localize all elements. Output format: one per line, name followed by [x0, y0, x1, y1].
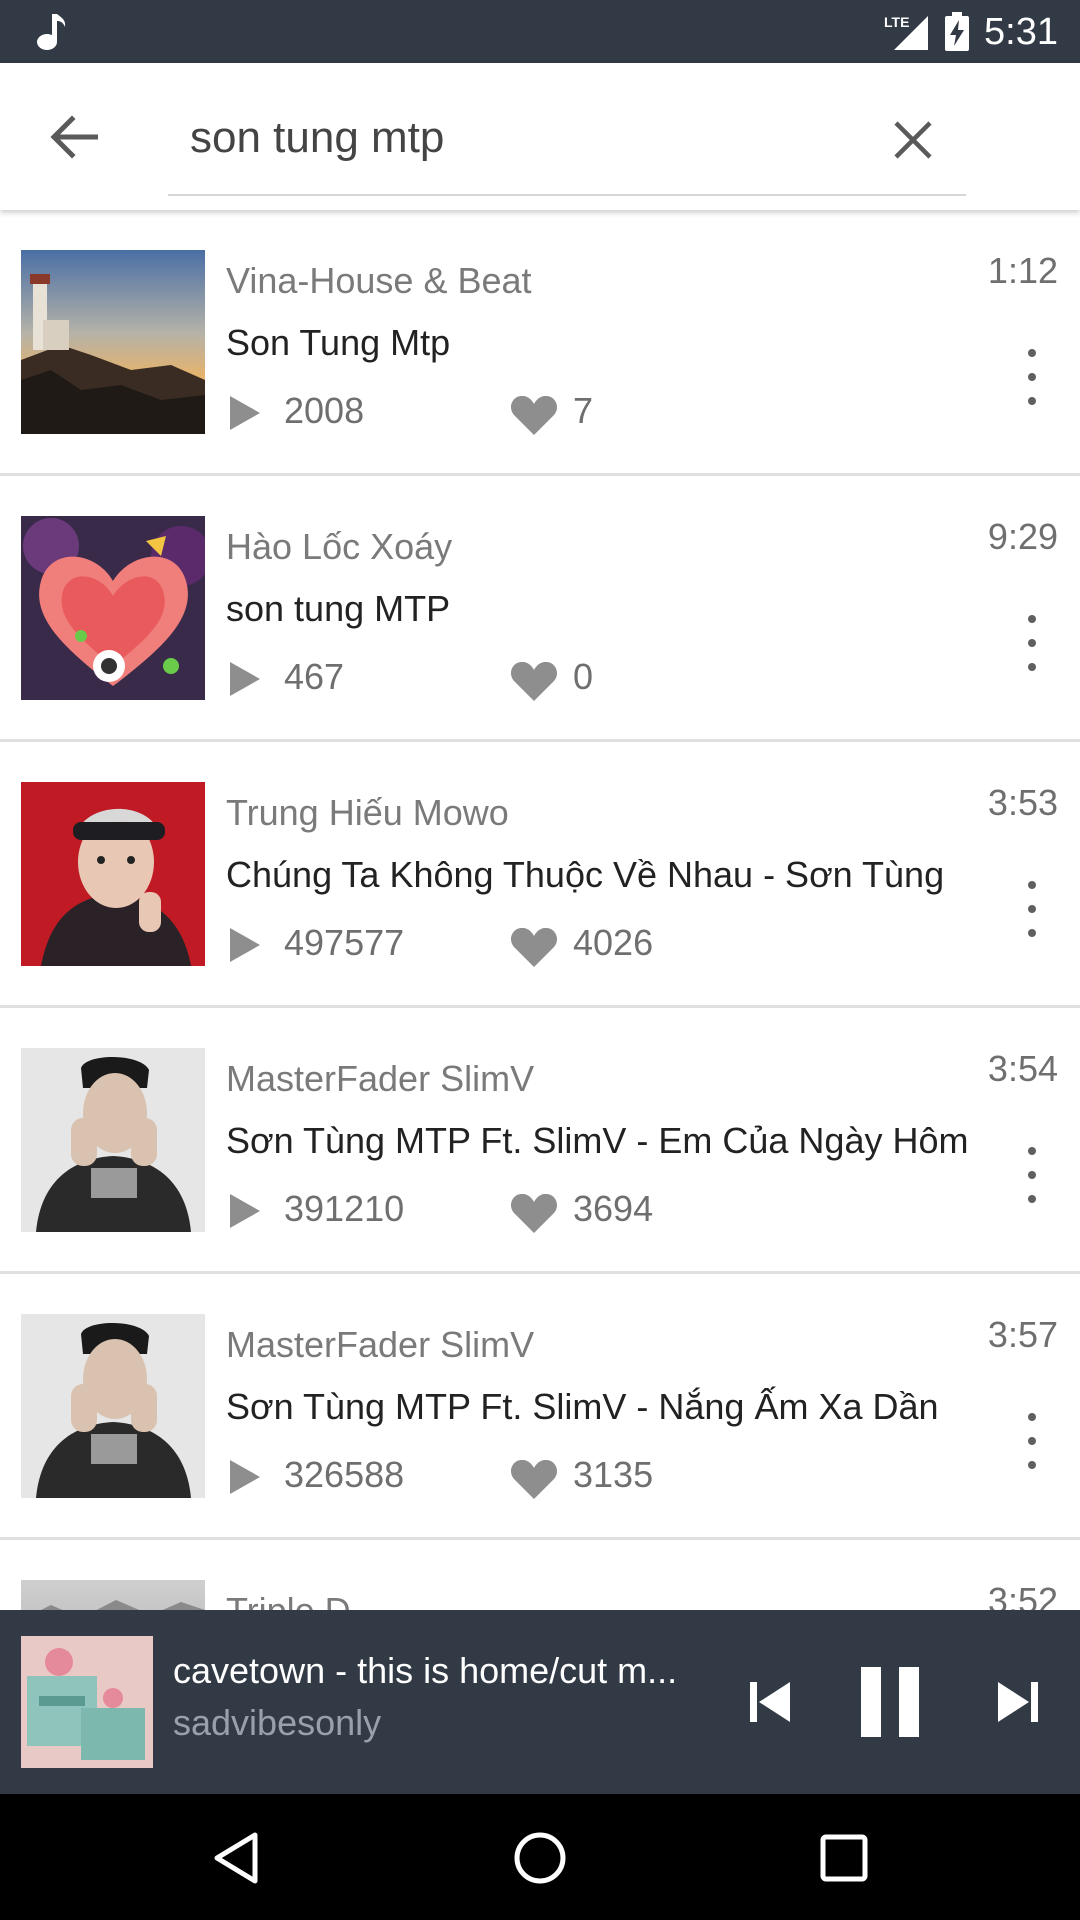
track-artist: Triple D: [226, 1590, 351, 1610]
pause-icon: [861, 1667, 919, 1737]
play-count-icon: [230, 1194, 260, 1228]
track-artwork: [21, 250, 205, 434]
list-item[interactable]: Trung Hiếu Mowo Chúng Ta Không Thuộc Về …: [0, 742, 1080, 1008]
heart-icon: [510, 395, 558, 435]
track-artist: Hào Lốc Xoáy: [226, 526, 453, 567]
nav-back-icon: [214, 1832, 258, 1884]
play-count: 326588: [284, 1454, 405, 1495]
skip-previous-button[interactable]: [738, 1670, 802, 1734]
lte-signal-icon: LTE: [884, 12, 930, 52]
battery-charging-icon: [945, 12, 970, 51]
track-artwork: [21, 1048, 205, 1232]
track-artist: MasterFader SlimV: [226, 1324, 535, 1365]
more-vert-icon: [1028, 349, 1036, 357]
nav-recents-button[interactable]: [804, 1818, 884, 1898]
music-note-icon: [37, 14, 66, 50]
play-count: 2008: [284, 390, 365, 431]
track-duration: 3:54: [987, 1048, 1058, 1089]
more-options-button[interactable]: [1010, 1143, 1054, 1207]
more-vert-icon: [1028, 1147, 1036, 1155]
clear-search-button[interactable]: [880, 107, 946, 173]
play-count-icon: [230, 928, 260, 962]
results-list: Vina-House & Beat Son Tung Mtp 2008 7 1:…: [0, 210, 1080, 1610]
track-artist: Trung Hiếu Mowo: [226, 792, 509, 833]
search-input[interactable]: [168, 103, 868, 173]
play-count-icon: [230, 396, 260, 430]
more-options-button[interactable]: [1010, 611, 1054, 675]
track-artwork: [21, 782, 205, 966]
like-count: 3694: [573, 1188, 654, 1229]
track-artwork: [21, 1580, 205, 1610]
track-title: son tung MTP: [226, 588, 451, 629]
track-duration: 9:29: [987, 516, 1058, 557]
heart-icon: [510, 1459, 558, 1499]
now-playing-title: cavetown - this is home/cut m...: [173, 1650, 678, 1691]
more-vert-icon: [1028, 1413, 1036, 1421]
more-vert-icon: [1028, 881, 1036, 889]
track-duration: 3:53: [987, 782, 1058, 823]
back-button[interactable]: [40, 103, 108, 171]
track-duration: 1:12: [987, 250, 1058, 291]
track-artwork: [21, 516, 205, 700]
list-item[interactable]: MasterFader SlimV Sơn Tùng MTP Ft. SlimV…: [0, 1008, 1080, 1274]
play-count: 497577: [284, 922, 405, 963]
arrow-back-icon: [50, 115, 98, 159]
track-artist: MasterFader SlimV: [226, 1058, 535, 1099]
track-duration: 3:52: [987, 1580, 1058, 1610]
system-nav-bar: [0, 1794, 1080, 1920]
track-artwork: [21, 1314, 205, 1498]
nav-back-button[interactable]: [196, 1818, 276, 1898]
more-options-button[interactable]: [1010, 877, 1054, 941]
list-item[interactable]: Hào Lốc Xoáy son tung MTP 467 0 9:29: [0, 476, 1080, 742]
play-count: 391210: [284, 1188, 405, 1229]
list-item[interactable]: Vina-House & Beat Son Tung Mtp 2008 7 1:…: [0, 210, 1080, 476]
status-bar: LTE 5:31: [0, 0, 1080, 63]
skip-next-icon: [998, 1682, 1038, 1722]
track-title: Sơn Tùng MTP Ft. SlimV - Nắng Ấm Xa Dần: [226, 1386, 939, 1427]
nav-recents-icon: [820, 1834, 868, 1882]
track-duration: 3:57: [987, 1314, 1058, 1355]
search-bar: [0, 63, 1080, 210]
nav-home-icon: [514, 1832, 566, 1884]
heart-icon: [510, 1193, 558, 1233]
nav-home-button[interactable]: [500, 1818, 580, 1898]
track-title: Son Tung Mtp: [226, 322, 451, 363]
track-title: Sơn Tùng MTP Ft. SlimV - Em Của Ngày Hôm: [226, 1120, 969, 1161]
heart-icon: [510, 661, 558, 701]
close-icon: [894, 121, 932, 159]
more-options-button[interactable]: [1010, 1409, 1054, 1473]
like-count: 7: [573, 390, 594, 431]
now-playing-bar[interactable]: cavetown - this is home/cut m... sadvibe…: [0, 1610, 1080, 1794]
search-underline: [168, 194, 966, 196]
pause-button[interactable]: [852, 1662, 928, 1742]
now-playing-artwork: [21, 1636, 153, 1768]
skip-previous-icon: [750, 1682, 790, 1722]
like-count: 0: [573, 656, 594, 697]
like-count: 4026: [573, 922, 654, 963]
play-count: 467: [284, 656, 345, 697]
track-title: Chúng Ta Không Thuộc Về Nhau - Sơn Tùng: [226, 854, 945, 895]
skip-next-button[interactable]: [986, 1670, 1050, 1734]
list-item[interactable]: MasterFader SlimV Sơn Tùng MTP Ft. SlimV…: [0, 1274, 1080, 1540]
play-count-icon: [230, 662, 260, 696]
list-item[interactable]: Triple D 3:52: [0, 1540, 1080, 1610]
play-count-icon: [230, 1460, 260, 1494]
more-vert-icon: [1028, 615, 1036, 623]
heart-icon: [510, 927, 558, 967]
clock: 5:31: [984, 10, 1058, 53]
now-playing-artist: sadvibesonly: [173, 1702, 382, 1743]
like-count: 3135: [573, 1454, 654, 1495]
more-options-button[interactable]: [1010, 345, 1054, 409]
track-artist: Vina-House & Beat: [226, 260, 532, 301]
